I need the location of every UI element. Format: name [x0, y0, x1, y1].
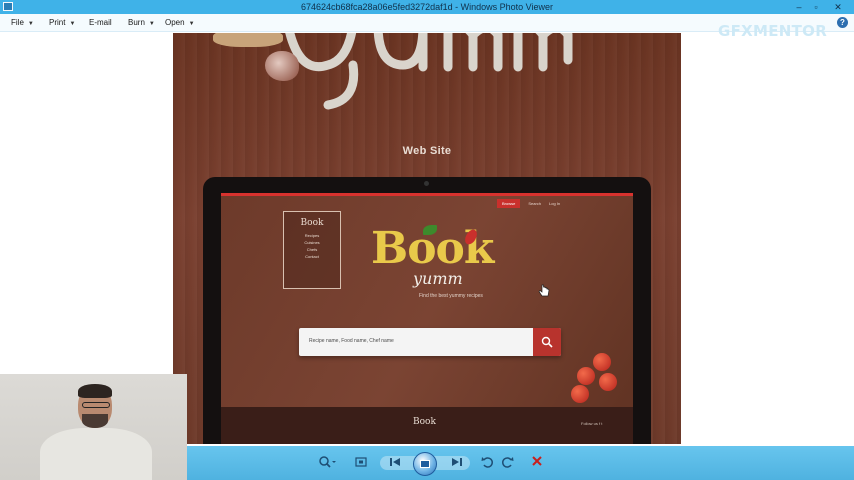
zoom-button[interactable]	[315, 455, 339, 471]
site-search-button	[533, 328, 561, 356]
chevron-down-icon: ▼	[188, 21, 195, 27]
image-heading: Web Site	[402, 145, 452, 157]
next-button[interactable]	[449, 455, 465, 471]
channel-watermark: GFXMENTOR	[718, 22, 828, 40]
presenter-body	[40, 428, 152, 480]
site-search-box: Recipe name, Food name, Chef name	[299, 328, 561, 356]
tomatoes-decoration	[571, 353, 623, 405]
title-bar: 674624cb68fca28a06e5fed3272daf1d - Windo…	[0, 0, 854, 14]
card-item: Chefs	[306, 247, 318, 252]
menu-print-label: Print	[49, 18, 66, 27]
garlic-decoration	[265, 51, 299, 81]
presenter-hair	[78, 384, 112, 398]
previous-button[interactable]	[387, 455, 403, 471]
slideshow-button[interactable]	[413, 452, 437, 476]
site-nav: Browse Search Log In	[497, 199, 560, 208]
presenter-webcam	[0, 374, 187, 480]
menu-email-label: E-mail	[89, 18, 112, 27]
site-nav-browse: Browse	[497, 199, 521, 208]
tomato	[571, 385, 589, 403]
photo-viewer-window: 674624cb68fca28a06e5fed3272daf1d - Windo…	[0, 0, 854, 480]
chevron-down-icon: ▼	[148, 21, 155, 27]
card-item: Recipes	[304, 233, 320, 238]
menu-open[interactable]: Open ▼	[165, 18, 195, 30]
hand-cursor-icon	[538, 284, 550, 297]
tomato	[593, 353, 611, 371]
site-nav-login: Log In	[549, 201, 561, 206]
search-placeholder: Recipe name, Food name, Chef name	[309, 338, 394, 344]
card-list: Recipes Cuisines Chefs Contact	[284, 232, 340, 260]
card-title: Book	[300, 218, 324, 228]
menu-open-label: Open	[165, 18, 185, 27]
displayed-image: Web Site Browse Search Log In Book Recip…	[173, 33, 681, 444]
menu-burn[interactable]: Burn ▼	[128, 18, 155, 30]
menu-burn-label: Burn	[128, 18, 145, 27]
logo-tagline: Find the best yummy recipes	[419, 293, 483, 299]
tomato	[577, 367, 595, 385]
rotate-right-icon	[502, 457, 514, 468]
maximize-button[interactable]: ▫	[808, 0, 824, 14]
logo-sub-text: yumm	[413, 269, 463, 288]
site-nav-search: Search	[528, 201, 542, 206]
rotate-left-button[interactable]	[479, 455, 495, 471]
presenter-glasses	[82, 402, 110, 408]
delete-icon	[532, 456, 542, 466]
next-icon	[452, 458, 462, 466]
webcam-dot	[424, 181, 429, 186]
menu-file-label: File	[11, 18, 24, 27]
monitor-mockup: Browse Search Log In Book Recipes Cuisin…	[203, 177, 651, 444]
delete-button[interactable]	[529, 455, 545, 471]
footer-social: Follow us f t	[581, 421, 603, 426]
actual-size-button[interactable]	[353, 455, 369, 471]
chevron-down-icon: ▼	[27, 21, 34, 27]
site-footer: Book Follow us f t	[221, 407, 633, 444]
tomato	[599, 373, 617, 391]
slideshow-icon	[420, 460, 430, 468]
window-title: 674624cb68fca28a06e5fed3272daf1d - Windo…	[300, 2, 554, 12]
website-screen: Browse Search Log In Book Recipes Cuisin…	[221, 193, 633, 444]
magnifier-icon	[319, 456, 336, 468]
menu-email[interactable]: E-mail	[89, 18, 112, 30]
card-item: Contact	[305, 254, 319, 259]
menu-print[interactable]: Print ▼	[49, 18, 75, 30]
search-icon	[541, 336, 553, 348]
chevron-down-icon: ▼	[69, 21, 76, 27]
presenter-beard	[82, 414, 108, 428]
menu-file[interactable]: File ▼	[11, 18, 34, 30]
accent-bar	[221, 193, 633, 196]
rotate-left-icon	[481, 457, 493, 468]
hanging-menu-card: Book Recipes Cuisines Chefs Contact	[283, 211, 341, 289]
help-button[interactable]: ?	[837, 17, 848, 28]
viewer-toolbar	[187, 446, 854, 480]
close-window-button[interactable]: ✕	[830, 0, 846, 14]
card-item: Cuisines	[304, 240, 320, 245]
book-yumm-logo: Book yumm Find the best yummy recipes	[371, 223, 511, 313]
footer-logo: Book	[413, 417, 436, 427]
bread-decoration	[213, 33, 283, 47]
rotate-right-button[interactable]	[500, 455, 516, 471]
minimize-button[interactable]: –	[791, 0, 807, 14]
previous-icon	[390, 458, 400, 466]
actual-size-icon	[355, 457, 367, 467]
